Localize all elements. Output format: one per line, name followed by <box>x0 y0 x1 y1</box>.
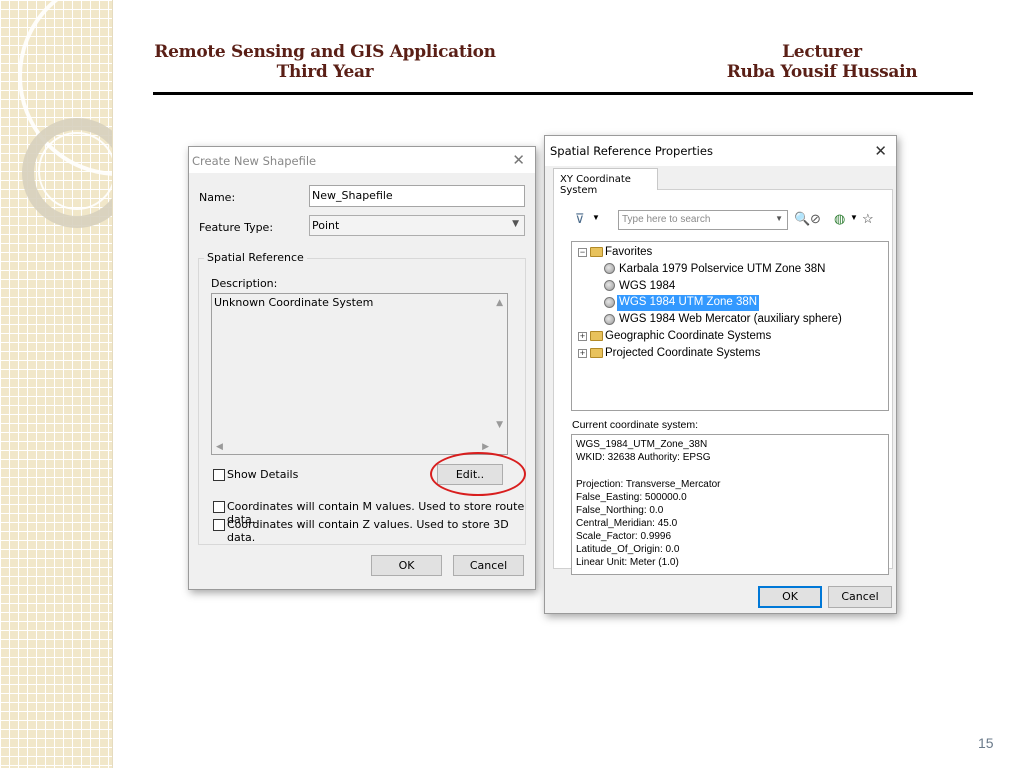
description-text: Unknown Coordinate System <box>214 296 374 309</box>
search-clear-icon[interactable]: ⊘ <box>810 211 821 227</box>
course-year: Third Year <box>276 62 374 82</box>
dialog-titlebar: Spatial Reference Properties ✕ <box>545 136 896 166</box>
detail-line: Scale_Factor: 0.9996 <box>576 531 672 542</box>
ok-button[interactable]: OK <box>371 555 442 576</box>
header-divider <box>153 92 973 95</box>
folder-icon <box>590 348 603 358</box>
feature-type-label: Feature Type: <box>199 221 274 234</box>
add-coordinate-system-icon[interactable]: ◍ <box>834 211 845 227</box>
close-icon[interactable]: ✕ <box>512 151 525 169</box>
globe-icon <box>604 280 615 291</box>
scroll-right-icon[interactable]: ▶ <box>482 442 489 452</box>
z-values-checkbox[interactable] <box>213 519 225 531</box>
slide-number: 15 <box>978 735 994 751</box>
lecturer-name: Ruba Yousif Hussain <box>726 62 918 82</box>
current-coordinate-system-details: WGS_1984_UTM_Zone_38N WKID: 32638 Author… <box>571 434 889 575</box>
expand-icon[interactable]: + <box>578 332 587 341</box>
folder-icon <box>590 331 603 341</box>
scroll-up-icon[interactable]: ▲ <box>496 298 503 308</box>
tree-item-wgs1984[interactable]: WGS 1984 <box>619 279 675 295</box>
search-placeholder: Type here to search <box>622 214 711 225</box>
name-input[interactable]: New_Shapefile <box>309 185 525 207</box>
globe-icon <box>604 263 615 274</box>
feature-type-value: Point <box>312 219 340 232</box>
chevron-down-icon[interactable]: ▼ <box>592 213 600 222</box>
tree-item-wgs1984-utm38n[interactable]: WGS 1984 UTM Zone 38N <box>617 295 760 311</box>
z-values-label: Coordinates will contain Z values. Used … <box>227 518 509 544</box>
detail-line: Central_Meridian: 45.0 <box>576 518 678 529</box>
name-input-value: New_Shapefile <box>312 189 393 202</box>
tree-item-geographic[interactable]: Geographic Coordinate Systems <box>605 329 771 345</box>
lecturer-block: Lecturer Ruba Yousif Hussain <box>712 42 932 82</box>
show-details-label: Show Details <box>227 468 299 481</box>
m-values-checkbox[interactable] <box>213 501 225 513</box>
globe-icon <box>604 297 615 308</box>
dialog-titlebar: Create New Shapefile ✕ <box>189 147 535 173</box>
course-name: Remote Sensing and GIS Application <box>154 42 496 62</box>
current-coordinate-system-label: Current coordinate system: <box>572 419 699 431</box>
dialog-title: Spatial Reference Properties <box>550 144 713 158</box>
description-label: Description: <box>211 277 278 290</box>
search-icon[interactable]: 🔍 <box>794 211 810 227</box>
detail-line: Latitude_Of_Origin: 0.0 <box>576 544 680 555</box>
tree-item-karbala[interactable]: Karbala 1979 Polservice UTM Zone 38N <box>619 262 825 278</box>
search-input[interactable]: Type here to search ▼ <box>618 210 788 230</box>
tab-xy-coordinate-system[interactable]: XY Coordinate System <box>553 168 658 196</box>
globe-icon <box>604 314 615 325</box>
feature-type-select[interactable]: Point ▼ <box>309 215 525 236</box>
scroll-down-icon[interactable]: ▼ <box>496 420 503 430</box>
expand-icon[interactable]: + <box>578 349 587 358</box>
decorative-ring <box>38 132 112 210</box>
ok-button[interactable]: OK <box>758 586 822 608</box>
detail-line: WKID: 32638 Authority: EPSG <box>576 452 711 463</box>
decorative-side-strip <box>0 0 113 768</box>
tree-item-projected[interactable]: Projected Coordinate Systems <box>605 346 760 362</box>
lecturer-label: Lecturer <box>782 42 862 62</box>
cancel-button[interactable]: Cancel <box>828 586 892 608</box>
detail-line: False_Northing: 0.0 <box>576 505 664 516</box>
folder-star-icon <box>590 247 603 257</box>
description-textbox[interactable]: Unknown Coordinate System ▲ ▼ ◀ ▶ <box>211 293 508 455</box>
tree-item-favorites[interactable]: Favorites <box>605 245 652 261</box>
detail-line: Linear Unit: Meter (1.0) <box>576 557 679 568</box>
tree-item-web-mercator[interactable]: WGS 1984 Web Mercator (auxiliary sphere) <box>619 312 842 328</box>
cancel-button[interactable]: Cancel <box>453 555 524 576</box>
course-title: Remote Sensing and GIS Application Third… <box>150 42 500 82</box>
collapse-icon[interactable]: − <box>578 248 587 257</box>
name-label: Name: <box>199 191 236 204</box>
scroll-left-icon[interactable]: ◀ <box>216 442 223 452</box>
detail-line: Projection: Transverse_Mercator <box>576 479 721 490</box>
filter-icon[interactable]: ⊽ <box>575 211 585 227</box>
detail-line: WGS_1984_UTM_Zone_38N <box>576 439 708 450</box>
show-details-checkbox[interactable] <box>213 469 225 481</box>
spatial-reference-label: Spatial Reference <box>204 251 307 264</box>
dialog-title: Create New Shapefile <box>192 154 317 168</box>
add-to-favorites-icon[interactable]: ☆ <box>862 211 874 227</box>
chevron-down-icon: ▼ <box>775 214 783 223</box>
detail-line: False_Easting: 500000.0 <box>576 492 687 503</box>
close-icon[interactable]: ✕ <box>874 142 887 160</box>
chevron-down-icon[interactable]: ▼ <box>850 213 858 222</box>
edit-button[interactable]: Edit.. <box>437 464 503 485</box>
chevron-down-icon: ▼ <box>512 219 519 229</box>
create-shapefile-dialog: Create New Shapefile ✕ Name: New_Shapefi… <box>188 146 536 590</box>
